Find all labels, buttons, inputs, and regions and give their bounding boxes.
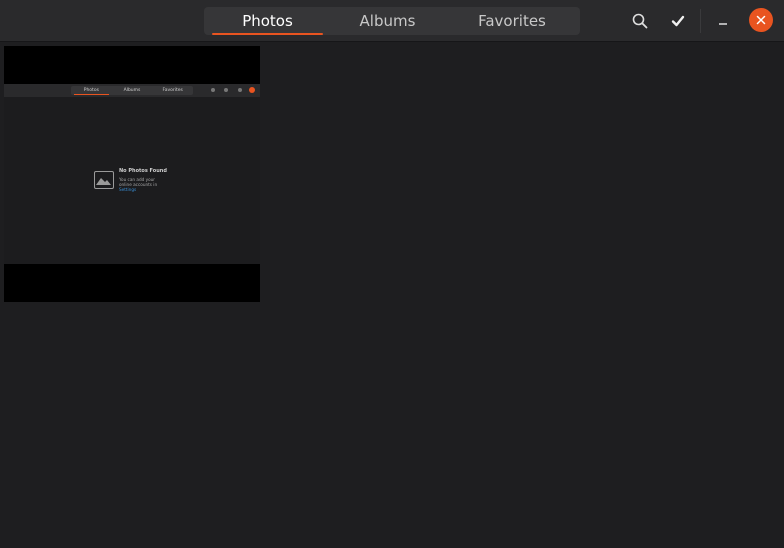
minimize-icon <box>719 23 727 25</box>
thumbnail-check-icon <box>224 88 228 92</box>
close-button[interactable] <box>749 8 773 32</box>
thumbnail-view-switcher: Photos Albums Favorites <box>71 86 193 95</box>
tab-favorites[interactable]: Favorites <box>444 7 580 35</box>
image-placeholder-icon <box>94 171 114 189</box>
close-icon <box>756 15 766 25</box>
thumbnail-close-icon <box>249 87 255 93</box>
thumbnail-tab-albums: Albums <box>123 88 141 93</box>
thumbnail-minimize-icon <box>238 88 242 92</box>
empty-title: No Photos Found <box>119 168 167 174</box>
thumbnail-tab-favorites: Favorites <box>162 88 183 93</box>
header-bar: Photos Albums Favorites <box>0 0 784 42</box>
search-icon <box>632 13 648 29</box>
select-button[interactable] <box>665 8 691 34</box>
letterbox-top <box>4 46 260 84</box>
thumbnail-empty-state: No Photos Found You can add your online … <box>94 166 214 196</box>
tab-photos[interactable]: Photos <box>204 7 331 35</box>
photo-thumbnail[interactable]: Photos Albums Favorites No Photos Found … <box>4 46 260 302</box>
search-button[interactable] <box>627 8 653 34</box>
letterbox-bottom <box>4 264 260 302</box>
settings-link: Settings <box>119 187 137 192</box>
thumbnail-tab-photos: Photos <box>71 86 112 95</box>
check-icon <box>671 15 685 27</box>
thumbnail-header-bar: Photos Albums Favorites <box>4 84 260 97</box>
minimize-button[interactable] <box>710 8 736 34</box>
thumbnail-search-icon <box>211 88 215 92</box>
view-switcher: Photos Albums Favorites <box>204 7 580 35</box>
tab-albums[interactable]: Albums <box>331 7 444 35</box>
header-separator <box>700 9 701 33</box>
